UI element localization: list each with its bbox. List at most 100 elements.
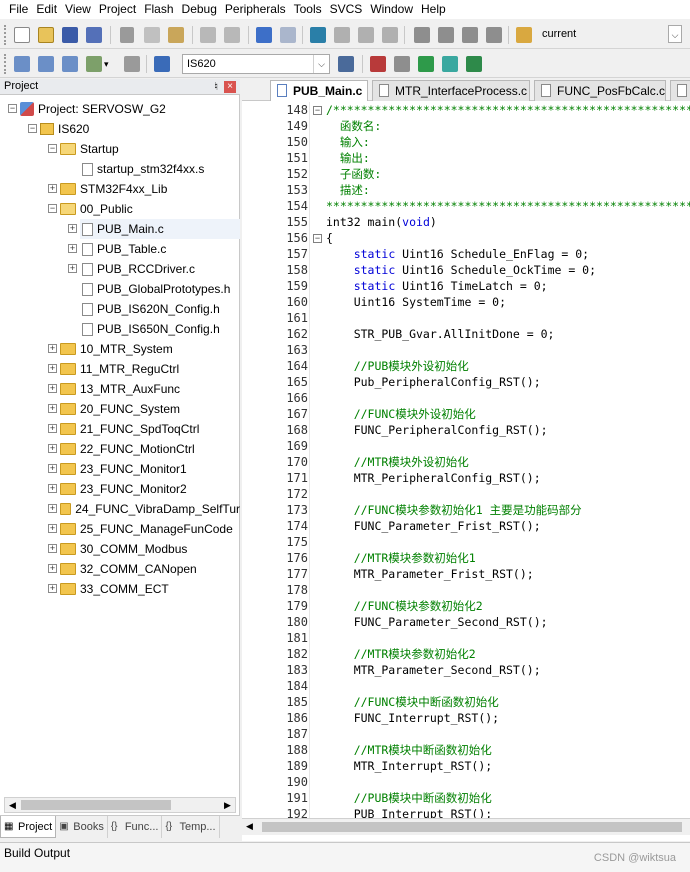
tree-item[interactable]: − IS620 bbox=[28, 119, 240, 139]
redo-icon[interactable] bbox=[224, 27, 240, 43]
code-line[interactable]: 179 //FUNC模块参数初始化2 bbox=[242, 598, 690, 614]
toolbar-grip[interactable] bbox=[4, 25, 7, 45]
menu-view[interactable]: View bbox=[63, 0, 93, 19]
editor-tab[interactable]: PUB_Main.c bbox=[270, 80, 368, 101]
expand-icon[interactable]: + bbox=[48, 524, 57, 533]
collapse-icon[interactable]: − bbox=[8, 104, 17, 113]
pin-icon[interactable]: ♮ bbox=[214, 80, 218, 93]
expand-icon[interactable]: + bbox=[68, 244, 77, 253]
bookmark-icon[interactable] bbox=[310, 27, 326, 43]
unindent-icon[interactable] bbox=[438, 27, 454, 43]
code-line[interactable]: 171 MTR_PeripheralConfig_RST(); bbox=[242, 470, 690, 486]
run-time-env-icon[interactable] bbox=[466, 56, 482, 72]
code-line[interactable]: 153 描述: bbox=[242, 182, 690, 198]
expand-icon[interactable]: + bbox=[68, 224, 77, 233]
editor-tab[interactable]: MTR_InterfaceProcess.c bbox=[372, 80, 530, 101]
code-line[interactable]: 180 FUNC_Parameter_Second_RST(); bbox=[242, 614, 690, 630]
code-line[interactable]: 155 int32 main(void) bbox=[242, 214, 690, 230]
code-line[interactable]: 190 bbox=[242, 774, 690, 790]
tree-item[interactable]: +30_COMM_Modbus bbox=[48, 539, 240, 559]
chevron-down-icon[interactable]: ▾ bbox=[104, 56, 114, 72]
menu-peripherals[interactable]: Peripherals bbox=[223, 0, 288, 19]
panel-tab-project[interactable]: ▦ Project bbox=[0, 816, 57, 838]
rebuild-icon[interactable] bbox=[62, 56, 78, 72]
tree-item[interactable]: +10_MTR_System bbox=[48, 339, 240, 359]
fold-toggle-icon[interactable]: − bbox=[313, 234, 322, 243]
comment-icon[interactable] bbox=[462, 27, 478, 43]
tree-item[interactable]: +13_MTR_AuxFunc bbox=[48, 379, 240, 399]
expand-icon[interactable]: + bbox=[48, 564, 57, 573]
tree-item[interactable]: − Project: SERVOSW_G2 bbox=[8, 99, 240, 119]
horizontal-scrollbar[interactable]: ◀ ▶ bbox=[4, 797, 236, 813]
code-line[interactable]: 158 static Uint16 Schedule_OckTime = 0; bbox=[242, 262, 690, 278]
manage-project-icon[interactable] bbox=[370, 56, 386, 72]
batch-build-icon[interactable] bbox=[86, 56, 102, 72]
expand-icon[interactable]: + bbox=[48, 424, 57, 433]
expand-icon[interactable]: + bbox=[48, 404, 57, 413]
expand-icon[interactable]: + bbox=[48, 504, 57, 513]
scroll-thumb[interactable] bbox=[21, 800, 171, 810]
editor-tab-overflow[interactable] bbox=[670, 80, 690, 101]
tree-item[interactable]: +32_COMM_CANopen bbox=[48, 559, 240, 579]
code-line[interactable]: 174 FUNC_Parameter_Frist_RST(); bbox=[242, 518, 690, 534]
target-options-icon[interactable] bbox=[338, 56, 354, 72]
code-line[interactable]: 167 //FUNC模块外设初始化 bbox=[242, 406, 690, 422]
tree-item[interactable]: +23_FUNC_Monitor2 bbox=[48, 479, 240, 499]
find-in-files-icon[interactable] bbox=[516, 27, 532, 43]
code-line[interactable]: 157 static Uint16 Schedule_EnFlag = 0; bbox=[242, 246, 690, 262]
code-line[interactable]: 172 bbox=[242, 486, 690, 502]
code-line[interactable]: 159 static Uint16 TimeLatch = 0; bbox=[242, 278, 690, 294]
menu-help[interactable]: Help bbox=[419, 0, 448, 19]
code-line[interactable]: 169 bbox=[242, 438, 690, 454]
scroll-thumb[interactable] bbox=[262, 822, 682, 832]
editor-horizontal-scrollbar[interactable]: ◀ bbox=[242, 818, 690, 835]
close-icon[interactable]: × bbox=[224, 81, 236, 93]
expand-icon[interactable]: + bbox=[48, 484, 57, 493]
menu-edit[interactable]: Edit bbox=[34, 0, 59, 19]
code-line[interactable]: 178 bbox=[242, 582, 690, 598]
code-line[interactable]: 186 FUNC_Interrupt_RST(); bbox=[242, 710, 690, 726]
navigate-forward-icon[interactable] bbox=[280, 27, 296, 43]
clear-bookmarks-icon[interactable] bbox=[382, 27, 398, 43]
tree-item[interactable]: + PUB_RCCDriver.c bbox=[68, 259, 240, 279]
menu-window[interactable]: Window bbox=[368, 0, 415, 19]
code-line[interactable]: 163 bbox=[242, 342, 690, 358]
tree-item[interactable]: startup_stm32f4xx.s bbox=[80, 159, 240, 179]
expand-icon[interactable]: + bbox=[48, 544, 57, 553]
expand-icon[interactable]: + bbox=[68, 264, 77, 273]
tree-item[interactable]: PUB_IS650N_Config.h bbox=[80, 319, 240, 339]
code-line[interactable]: 165 Pub_PeripheralConfig_RST(); bbox=[242, 374, 690, 390]
expand-icon[interactable]: + bbox=[48, 184, 57, 193]
tree-item[interactable]: + PUB_Main.c bbox=[68, 219, 240, 239]
panel-tab-func[interactable]: {} Func... bbox=[108, 816, 163, 838]
code-line[interactable]: 191 //PUB模块中断函数初始化 bbox=[242, 790, 690, 806]
menu-tools[interactable]: Tools bbox=[292, 0, 324, 19]
expand-icon[interactable]: + bbox=[48, 444, 57, 453]
load-download-icon[interactable] bbox=[154, 56, 170, 72]
chevron-down-icon[interactable]: ⌵ bbox=[313, 55, 329, 73]
find-combo[interactable]: current ⌵ bbox=[538, 25, 686, 45]
open-folder-icon[interactable] bbox=[38, 27, 54, 43]
copy-item-icon[interactable] bbox=[394, 56, 410, 72]
select-packs-icon[interactable] bbox=[418, 56, 434, 72]
indent-icon[interactable] bbox=[414, 27, 430, 43]
code-line[interactable]: 187 bbox=[242, 726, 690, 742]
pack-installer-icon[interactable] bbox=[442, 56, 458, 72]
tree-item[interactable]: PUB_GlobalPrototypes.h bbox=[80, 279, 240, 299]
tree-item[interactable]: +33_COMM_ECT bbox=[48, 579, 240, 599]
code-line[interactable]: 151 输出: bbox=[242, 150, 690, 166]
code-line[interactable]: 166 bbox=[242, 390, 690, 406]
scroll-left-icon[interactable]: ◀ bbox=[5, 798, 20, 812]
code-line[interactable]: 149 函数名: bbox=[242, 118, 690, 134]
expand-icon[interactable]: + bbox=[48, 384, 57, 393]
code-line[interactable]: 150 输入: bbox=[242, 134, 690, 150]
undo-icon[interactable] bbox=[200, 27, 216, 43]
cut-icon[interactable] bbox=[120, 27, 134, 43]
collapse-icon[interactable]: − bbox=[28, 124, 37, 133]
scroll-left-icon[interactable]: ◀ bbox=[246, 821, 253, 832]
tree-item[interactable]: +11_MTR_ReguCtrl bbox=[48, 359, 240, 379]
code-line[interactable]: 164 //PUB模块外设初始化 bbox=[242, 358, 690, 374]
translate-icon[interactable] bbox=[14, 56, 30, 72]
collapse-icon[interactable]: − bbox=[48, 144, 57, 153]
collapse-icon[interactable]: − bbox=[48, 204, 57, 213]
